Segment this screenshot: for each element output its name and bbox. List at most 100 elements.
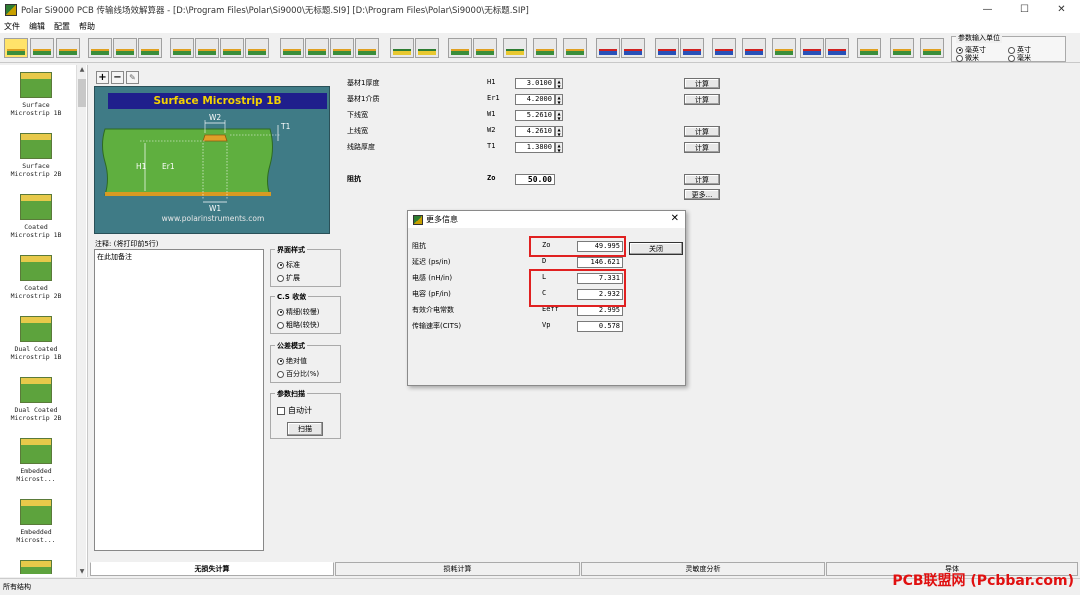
structure-tool-28[interactable] xyxy=(772,38,796,58)
interface-standard-radio[interactable] xyxy=(277,261,284,269)
structure-tool-11[interactable] xyxy=(280,38,304,58)
dialog-close-icon[interactable]: ✕ xyxy=(671,213,679,224)
unit-micron-radio[interactable] xyxy=(956,54,963,62)
unit-mm-option[interactable]: 毫米 xyxy=(1008,53,1031,63)
convergence-fine-option[interactable]: 精细(较慢) xyxy=(277,307,319,317)
structure-tool-13[interactable] xyxy=(330,38,354,58)
zoom-in-button[interactable]: + xyxy=(96,71,109,84)
structure-tool-19[interactable] xyxy=(503,38,527,58)
structure-tool-9[interactable] xyxy=(220,38,244,58)
structure-tool-10[interactable] xyxy=(245,38,269,58)
structure-tool-29[interactable] xyxy=(800,38,824,58)
calc-button-h1[interactable]: 计算 xyxy=(684,78,720,89)
param-input-w1[interactable]: 5.2610 xyxy=(515,110,555,121)
menu-file[interactable]: 文件 xyxy=(4,21,20,32)
param-input-w2[interactable]: 4.2610 xyxy=(515,126,555,137)
tab-loss[interactable]: 损耗计算 xyxy=(335,562,580,576)
gallery-scrollbar[interactable]: ▲ ▼ xyxy=(76,65,86,577)
structure-tool-8[interactable] xyxy=(195,38,219,58)
tolerance-percent-radio[interactable] xyxy=(277,370,284,378)
calc-button-w1[interactable]: 计算 xyxy=(684,126,720,137)
interface-standard-option[interactable]: 标准 xyxy=(277,260,300,270)
param-input-t1[interactable]: 1.3800 xyxy=(515,142,555,153)
structure-tool-16[interactable] xyxy=(415,38,439,58)
menu-help[interactable]: 帮助 xyxy=(79,21,95,32)
structure-tool-23[interactable] xyxy=(621,38,645,58)
notes-textarea[interactable]: 在此加备注 xyxy=(94,249,264,551)
structure-tool-20[interactable] xyxy=(533,38,557,58)
param-input-h1[interactable]: 3.0100 xyxy=(515,78,555,89)
auto-calc-checkbox[interactable] xyxy=(277,406,285,415)
structure-tool-25[interactable] xyxy=(680,38,704,58)
dialog-close-button[interactable]: 关闭 xyxy=(629,242,683,255)
interface-style-legend: 界面样式 xyxy=(275,245,307,255)
gallery-item[interactable]: Surface Microstrip 2B xyxy=(4,133,68,178)
pencil-icon[interactable]: ✎ xyxy=(126,71,139,84)
gallery-item[interactable]: Surface Microstrip 1B xyxy=(4,72,68,117)
structure-tool-7[interactable] xyxy=(170,38,194,58)
zoom-out-button[interactable]: − xyxy=(111,71,124,84)
gallery-item[interactable]: Dual Coated Microstrip 2B xyxy=(4,377,68,422)
calc-button-er1[interactable]: 计算 xyxy=(684,94,720,105)
interface-extended-option[interactable]: 扩展 xyxy=(277,273,300,283)
structure-tool-14[interactable] xyxy=(355,38,379,58)
gallery-item[interactable]: Dual Coated Microstrip 1B xyxy=(4,316,68,361)
structure-tool-18[interactable] xyxy=(473,38,497,58)
close-window-button[interactable]: ✕ xyxy=(1043,0,1080,19)
menu-config[interactable]: 配置 xyxy=(54,21,70,32)
tolerance-absolute-radio[interactable] xyxy=(277,357,284,365)
structure-tool-30[interactable] xyxy=(825,38,849,58)
maximize-button[interactable]: ☐ xyxy=(1006,0,1043,19)
structure-tool-4[interactable] xyxy=(88,38,112,58)
scan-button[interactable]: 扫描 xyxy=(287,422,323,436)
menu-edit[interactable]: 编辑 xyxy=(29,21,45,32)
structure-tool-27[interactable] xyxy=(742,38,766,58)
scroll-up-icon[interactable]: ▲ xyxy=(77,65,87,75)
structure-tool-12[interactable] xyxy=(305,38,329,58)
structure-tool-33[interactable] xyxy=(920,38,944,58)
param-input-er1[interactable]: 4.2000 xyxy=(515,94,555,105)
structure-tool-26[interactable] xyxy=(712,38,736,58)
more-button[interactable]: 更多... xyxy=(684,189,720,200)
tolerance-percent-option[interactable]: 百分比(%) xyxy=(277,369,319,379)
dialog-label-delay: 延迟 (ps/in) xyxy=(412,258,451,266)
gallery-item[interactable]: Embedded Microst... xyxy=(4,499,68,544)
gallery-item[interactable]: Embedded Microst... xyxy=(4,438,68,483)
structure-tool-2[interactable] xyxy=(30,38,54,58)
tab-sensitivity[interactable]: 灵敏度分析 xyxy=(581,562,825,576)
gallery-item[interactable]: Coated Microstrip 2B xyxy=(4,255,68,300)
structure-tool-32[interactable] xyxy=(890,38,914,58)
param-spinner-er1[interactable]: ▲ ▼ xyxy=(555,94,563,105)
tolerance-absolute-option[interactable]: 绝对值 xyxy=(277,356,307,366)
minimize-button[interactable]: — xyxy=(969,0,1006,19)
param-spinner-w2[interactable]: ▲ ▼ xyxy=(555,126,563,137)
scroll-thumb[interactable] xyxy=(78,79,86,107)
scroll-down-icon[interactable]: ▼ xyxy=(77,567,87,577)
structure-tool-3[interactable] xyxy=(56,38,80,58)
convergence-fine-radio[interactable] xyxy=(277,308,284,316)
structure-tool-21[interactable] xyxy=(563,38,587,58)
structure-tool-1[interactable] xyxy=(4,38,28,58)
calc-button-zo[interactable]: 计算 xyxy=(684,174,720,185)
structure-tool-5[interactable] xyxy=(113,38,137,58)
structure-tool-17[interactable] xyxy=(448,38,472,58)
structure-tool-22[interactable] xyxy=(596,38,620,58)
tab-lossless[interactable]: 无损失计算 xyxy=(90,562,334,576)
impedance-value[interactable]: 50.00 xyxy=(515,174,555,185)
structure-tool-15[interactable] xyxy=(390,38,414,58)
convergence-coarse-radio[interactable] xyxy=(277,321,284,329)
calc-button-t1[interactable]: 计算 xyxy=(684,142,720,153)
auto-calc-option[interactable]: 自动计 xyxy=(277,405,312,416)
gallery-item[interactable] xyxy=(4,560,68,574)
param-spinner-w1[interactable]: ▲ ▼ xyxy=(555,110,563,121)
structure-tool-24[interactable] xyxy=(655,38,679,58)
structure-tool-31[interactable] xyxy=(857,38,881,58)
unit-mm-radio[interactable] xyxy=(1008,54,1015,62)
convergence-coarse-option[interactable]: 粗略(较快) xyxy=(277,320,319,330)
param-spinner-h1[interactable]: ▲ ▼ xyxy=(555,78,563,89)
interface-extended-radio[interactable] xyxy=(277,274,284,282)
unit-micron-option[interactable]: 微米 xyxy=(956,53,979,63)
param-spinner-t1[interactable]: ▲ ▼ xyxy=(555,142,563,153)
structure-tool-6[interactable] xyxy=(138,38,162,58)
gallery-item[interactable]: Coated Microstrip 1B xyxy=(4,194,68,239)
